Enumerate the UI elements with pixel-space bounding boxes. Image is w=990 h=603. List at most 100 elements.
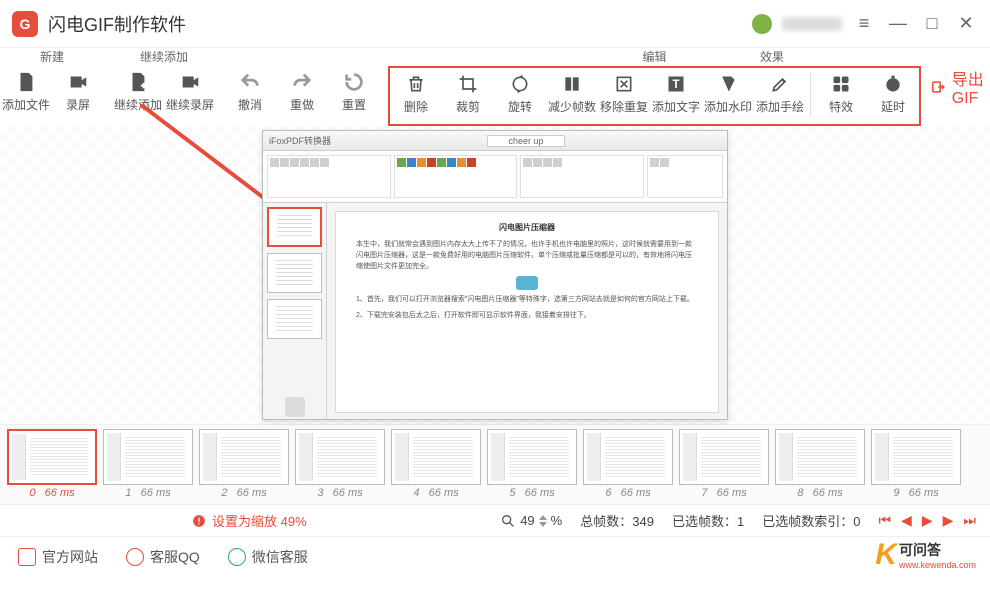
last-frame-button[interactable]: ⏭ xyxy=(963,512,976,529)
app-title: 闪电GIF制作软件 xyxy=(48,11,186,37)
frame-1[interactable]: 1 66 ms xyxy=(102,429,194,504)
zoom-value: 49 xyxy=(520,513,534,528)
frame-label: 0 66 ms xyxy=(29,487,74,499)
frame-thumb xyxy=(583,429,673,485)
zoom-spinner[interactable] xyxy=(539,515,547,527)
group-edit-label: 编辑 xyxy=(388,48,921,66)
frame-thumb xyxy=(103,429,193,485)
magnifier-icon xyxy=(500,513,516,529)
fx-button[interactable]: 特效 xyxy=(815,68,867,124)
clock-icon xyxy=(881,72,905,96)
group-new-label: 新建 xyxy=(0,48,104,66)
delay-button[interactable]: 延时 xyxy=(867,68,919,124)
frame-9[interactable]: 9 66 ms xyxy=(870,429,962,504)
warning-icon xyxy=(192,514,206,528)
frame-label: 3 66 ms xyxy=(317,487,362,499)
frame-label: 1 66 ms xyxy=(125,487,170,499)
wechat-support-link[interactable]: 微信客服 xyxy=(228,547,308,567)
frame-label: 8 66 ms xyxy=(797,487,842,499)
frame-thumb xyxy=(391,429,481,485)
frame-thumb xyxy=(871,429,961,485)
user-name xyxy=(782,17,842,31)
export-icon xyxy=(931,75,946,99)
total-frames: 总帧数：349 xyxy=(580,511,654,530)
reduce-frames-button[interactable]: 减少帧数 xyxy=(546,68,598,124)
zoom-control[interactable]: 49 % xyxy=(500,513,562,529)
monitor-icon xyxy=(18,548,36,566)
reset-icon xyxy=(342,70,366,94)
record-button[interactable]: 录屏 xyxy=(52,66,104,113)
add-text-button[interactable]: T添加文字 xyxy=(650,68,702,124)
selected-frames: 已选帧数：1 xyxy=(672,511,744,530)
frame-6[interactable]: 6 66 ms xyxy=(582,429,674,504)
frame-label: 6 66 ms xyxy=(605,487,650,499)
timeline[interactable]: 0 66 ms 1 66 ms 2 66 ms 3 66 ms 4 66 ms 5 66 … xyxy=(0,424,990,504)
add-draw-button[interactable]: 添加手绘 xyxy=(754,68,806,124)
frame-label: 7 66 ms xyxy=(701,487,746,499)
camera-plus-icon xyxy=(178,70,202,94)
frame-thumb xyxy=(199,429,289,485)
frame-7[interactable]: 7 66 ms xyxy=(678,429,770,504)
add-file-button[interactable]: 添加文件 xyxy=(0,66,52,113)
play-button[interactable]: ▶ xyxy=(922,512,933,529)
watermark-logo-icon: K xyxy=(875,538,897,572)
group-append-label: 继续添加 xyxy=(112,48,216,66)
zoom-warning: 设置为缩放 49% xyxy=(192,511,307,530)
first-frame-button[interactable]: ⏮ xyxy=(878,512,891,529)
maximize-button[interactable]: □ xyxy=(920,12,944,36)
frame-8[interactable]: 8 66 ms xyxy=(774,429,866,504)
preview-thumb xyxy=(267,253,322,293)
reduce-icon xyxy=(560,72,584,96)
text-icon: T xyxy=(664,72,688,96)
official-site-link[interactable]: 官方网站 xyxy=(18,547,98,567)
preview-window: iFoxPDF转换器 cheer up 闪电图片压缩器 本生中，我们就常会遇到图… xyxy=(262,130,728,420)
crop-icon xyxy=(456,72,480,96)
prev-frame-button[interactable]: ◀ xyxy=(901,512,912,529)
preview-titlebar: iFoxPDF转换器 cheer up xyxy=(263,131,727,151)
app-logo-icon: G xyxy=(12,11,38,37)
minimize-button[interactable]: — xyxy=(886,12,910,36)
statusbar: 设置为缩放 49% 49 % 总帧数：349 已选帧数：1 已选帧数索引：0 ⏮… xyxy=(0,504,990,536)
frame-0[interactable]: 0 66 ms xyxy=(6,429,98,504)
selected-index: 已选帧数索引：0 xyxy=(762,511,860,530)
frame-thumb xyxy=(679,429,769,485)
close-button[interactable]: ✕ xyxy=(954,12,978,36)
separator xyxy=(810,72,811,116)
wechat-icon xyxy=(228,548,246,566)
watermark-icon xyxy=(716,72,740,96)
frame-label: 4 66 ms xyxy=(413,487,458,499)
menu-button[interactable]: ≡ xyxy=(852,12,876,36)
qq-icon xyxy=(126,548,144,566)
frame-4[interactable]: 4 66 ms xyxy=(390,429,482,504)
dedup-icon xyxy=(612,72,636,96)
preview-thumb xyxy=(267,207,322,247)
user-avatar-icon[interactable] xyxy=(752,14,772,34)
preview-thumb xyxy=(267,299,322,339)
frame-thumb xyxy=(295,429,385,485)
playback-controls: ⏮ ◀ ▶ ▶ ⏭ xyxy=(878,512,976,529)
file-icon xyxy=(14,70,38,94)
qq-support-link[interactable]: 客服QQ xyxy=(126,547,200,567)
export-gif-button[interactable]: 导出GIF xyxy=(921,48,990,126)
group-effect-label: 效果 xyxy=(760,48,784,65)
canvas-area: iFoxPDF转换器 cheer up 闪电图片压缩器 本生中，我们就常会遇到图… xyxy=(0,126,990,424)
redo-icon xyxy=(290,70,314,94)
undo-icon xyxy=(238,70,262,94)
fx-icon xyxy=(829,72,853,96)
group-new: 新建 添加文件 录屏 xyxy=(0,48,104,126)
add-watermark-button[interactable]: 添加水印 xyxy=(702,68,754,124)
frame-thumb xyxy=(7,429,97,485)
remove-dup-button[interactable]: 移除重复 xyxy=(598,68,650,124)
next-frame-button[interactable]: ▶ xyxy=(943,512,954,529)
trash-icon xyxy=(404,72,428,96)
frame-2[interactable]: 2 66 ms xyxy=(198,429,290,504)
footer: 官方网站 客服QQ 微信客服 K 可问答www.kewenda.com xyxy=(0,536,990,576)
frame-5[interactable]: 5 66 ms xyxy=(486,429,578,504)
rotate-button[interactable]: 旋转 xyxy=(494,68,546,124)
preview-ribbon xyxy=(263,151,727,203)
file-plus-icon xyxy=(126,70,150,94)
export-label: 导出GIF xyxy=(952,66,988,108)
frame-thumb xyxy=(487,429,577,485)
frame-3[interactable]: 3 66 ms xyxy=(294,429,386,504)
watermark: K 可问答www.kewenda.com xyxy=(875,538,976,572)
